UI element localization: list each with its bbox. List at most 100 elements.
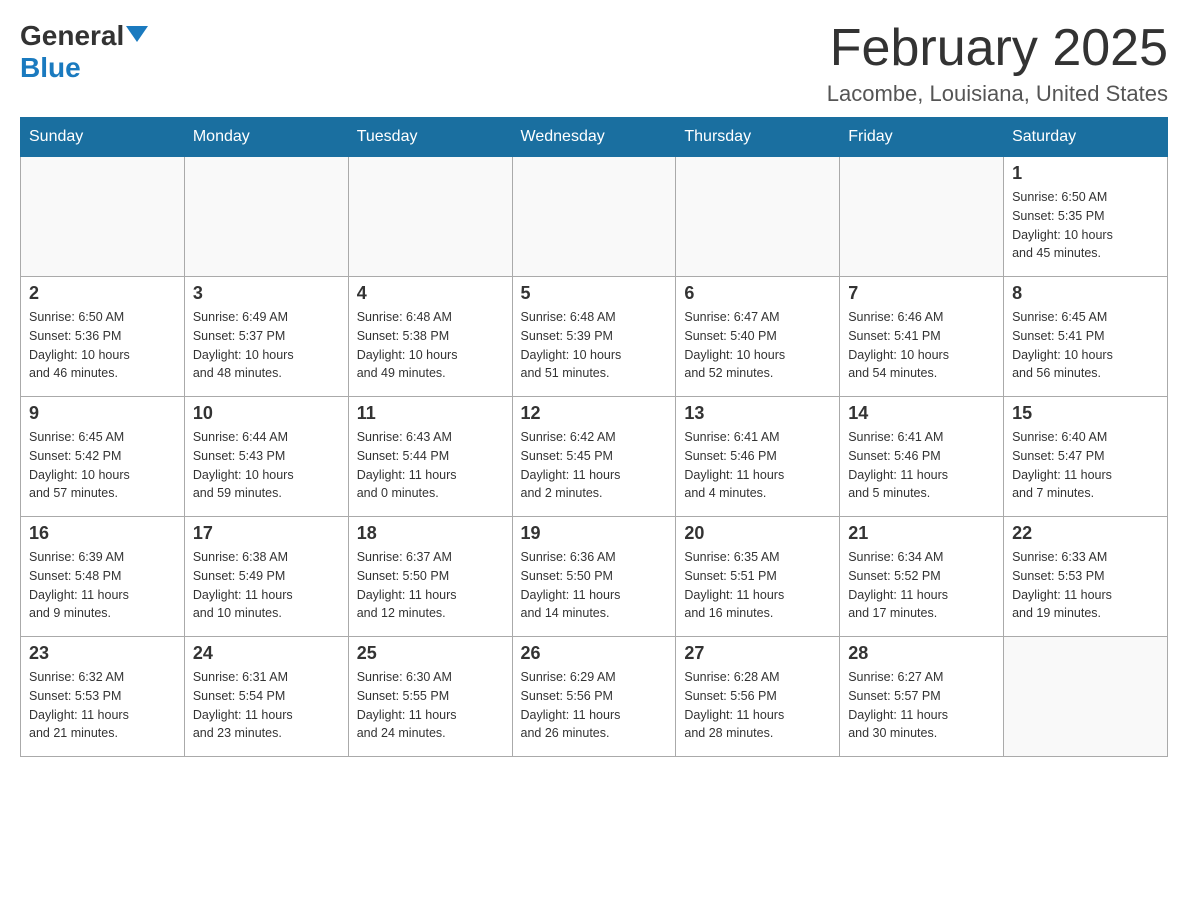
calendar-week-row: 1 Sunrise: 6:50 AM Sunset: 5:35 PM Daylig… [21, 157, 1168, 277]
day-number: 26 [521, 643, 668, 664]
location-title: Lacombe, Louisiana, United States [827, 81, 1168, 107]
day-info: Sunrise: 6:37 AM Sunset: 5:50 PM Dayligh… [357, 548, 504, 623]
day-number: 2 [29, 283, 176, 304]
day-number: 22 [1012, 523, 1159, 544]
day-number: 11 [357, 403, 504, 424]
day-info: Sunrise: 6:48 AM Sunset: 5:38 PM Dayligh… [357, 308, 504, 383]
calendar-cell: 2 Sunrise: 6:50 AM Sunset: 5:36 PM Daylig… [21, 277, 185, 397]
day-number: 23 [29, 643, 176, 664]
day-info: Sunrise: 6:47 AM Sunset: 5:40 PM Dayligh… [684, 308, 831, 383]
day-info: Sunrise: 6:42 AM Sunset: 5:45 PM Dayligh… [521, 428, 668, 503]
header-friday: Friday [840, 118, 1004, 157]
day-number: 16 [29, 523, 176, 544]
day-info: Sunrise: 6:29 AM Sunset: 5:56 PM Dayligh… [521, 668, 668, 743]
day-info: Sunrise: 6:44 AM Sunset: 5:43 PM Dayligh… [193, 428, 340, 503]
calendar-cell: 20 Sunrise: 6:35 AM Sunset: 5:51 PM Dayli… [676, 517, 840, 637]
calendar-cell: 28Sunrise: 6:27 AM Sunset: 5:57 PM Dayli… [840, 637, 1004, 757]
day-info: Sunrise: 6:35 AM Sunset: 5:51 PM Dayligh… [684, 548, 831, 623]
calendar-cell [840, 157, 1004, 277]
header-saturday: Saturday [1004, 118, 1168, 157]
header-sunday: Sunday [21, 118, 185, 157]
day-info: Sunrise: 6:32 AM Sunset: 5:53 PM Dayligh… [29, 668, 176, 743]
day-number: 15 [1012, 403, 1159, 424]
day-info: Sunrise: 6:50 AM Sunset: 5:36 PM Dayligh… [29, 308, 176, 383]
day-info: Sunrise: 6:38 AM Sunset: 5:49 PM Dayligh… [193, 548, 340, 623]
day-info: Sunrise: 6:34 AM Sunset: 5:52 PM Dayligh… [848, 548, 995, 623]
calendar-cell: 24Sunrise: 6:31 AM Sunset: 5:54 PM Dayli… [184, 637, 348, 757]
calendar-cell: 16 Sunrise: 6:39 AM Sunset: 5:48 PM Dayli… [21, 517, 185, 637]
calendar-cell [348, 157, 512, 277]
day-info: Sunrise: 6:33 AM Sunset: 5:53 PM Dayligh… [1012, 548, 1159, 623]
calendar-cell: 23 Sunrise: 6:32 AM Sunset: 5:53 PM Dayli… [21, 637, 185, 757]
day-info: Sunrise: 6:39 AM Sunset: 5:48 PM Dayligh… [29, 548, 176, 623]
calendar-cell: 13 Sunrise: 6:41 AM Sunset: 5:46 PM Dayli… [676, 397, 840, 517]
calendar-cell: 27 Sunrise: 6:28 AM Sunset: 5:56 PM Dayli… [676, 637, 840, 757]
logo-general: General [20, 20, 124, 52]
calendar-header-row: Sunday Monday Tuesday Wednesday Thursday… [21, 118, 1168, 157]
day-number: 17 [193, 523, 340, 544]
day-number: 27 [684, 643, 831, 664]
day-info: Sunrise: 6:49 AM Sunset: 5:37 PM Dayligh… [193, 308, 340, 383]
day-info: Sunrise: 6:46 AM Sunset: 5:41 PM Dayligh… [848, 308, 995, 383]
day-info: Sunrise: 6:36 AM Sunset: 5:50 PM Dayligh… [521, 548, 668, 623]
day-number: 14 [848, 403, 995, 424]
day-number: 5 [521, 283, 668, 304]
day-info: Sunrise: 6:41 AM Sunset: 5:46 PM Dayligh… [684, 428, 831, 503]
day-number: 4 [357, 283, 504, 304]
day-info: Sunrise: 6:28 AM Sunset: 5:56 PM Dayligh… [684, 668, 831, 743]
day-number: 21 [848, 523, 995, 544]
day-info: Sunrise: 6:45 AM Sunset: 5:41 PM Dayligh… [1012, 308, 1159, 383]
calendar-week-row: 23 Sunrise: 6:32 AM Sunset: 5:53 PM Dayli… [21, 637, 1168, 757]
header-wednesday: Wednesday [512, 118, 676, 157]
calendar-week-row: 2 Sunrise: 6:50 AM Sunset: 5:36 PM Daylig… [21, 277, 1168, 397]
calendar-cell [512, 157, 676, 277]
day-info: Sunrise: 6:48 AM Sunset: 5:39 PM Dayligh… [521, 308, 668, 383]
calendar-cell [21, 157, 185, 277]
logo-arrow-icon [126, 26, 148, 42]
calendar-week-row: 16 Sunrise: 6:39 AM Sunset: 5:48 PM Dayli… [21, 517, 1168, 637]
calendar-cell: 18 Sunrise: 6:37 AM Sunset: 5:50 PM Dayli… [348, 517, 512, 637]
day-number: 20 [684, 523, 831, 544]
calendar-cell: 3Sunrise: 6:49 AM Sunset: 5:37 PM Daylig… [184, 277, 348, 397]
calendar-cell: 26 Sunrise: 6:29 AM Sunset: 5:56 PM Dayli… [512, 637, 676, 757]
calendar-cell: 12Sunrise: 6:42 AM Sunset: 5:45 PM Dayli… [512, 397, 676, 517]
calendar-cell: 5 Sunrise: 6:48 AM Sunset: 5:39 PM Daylig… [512, 277, 676, 397]
calendar-cell: 10 Sunrise: 6:44 AM Sunset: 5:43 PM Dayli… [184, 397, 348, 517]
calendar-table: Sunday Monday Tuesday Wednesday Thursday… [20, 117, 1168, 757]
calendar-cell: 1 Sunrise: 6:50 AM Sunset: 5:35 PM Daylig… [1004, 157, 1168, 277]
day-info: Sunrise: 6:30 AM Sunset: 5:55 PM Dayligh… [357, 668, 504, 743]
day-number: 18 [357, 523, 504, 544]
day-info: Sunrise: 6:45 AM Sunset: 5:42 PM Dayligh… [29, 428, 176, 503]
day-number: 1 [1012, 163, 1159, 184]
logo-blue: Blue [20, 52, 81, 83]
day-number: 19 [521, 523, 668, 544]
day-number: 7 [848, 283, 995, 304]
calendar-cell: 9Sunrise: 6:45 AM Sunset: 5:42 PM Daylig… [21, 397, 185, 517]
calendar-cell: 15 Sunrise: 6:40 AM Sunset: 5:47 PM Dayli… [1004, 397, 1168, 517]
calendar-week-row: 9Sunrise: 6:45 AM Sunset: 5:42 PM Daylig… [21, 397, 1168, 517]
calendar-cell: 4 Sunrise: 6:48 AM Sunset: 5:38 PM Daylig… [348, 277, 512, 397]
title-section: February 2025 Lacombe, Louisiana, United… [827, 20, 1168, 107]
day-number: 13 [684, 403, 831, 424]
calendar-cell: 6 Sunrise: 6:47 AM Sunset: 5:40 PM Daylig… [676, 277, 840, 397]
calendar-cell: 19 Sunrise: 6:36 AM Sunset: 5:50 PM Dayli… [512, 517, 676, 637]
calendar-cell [1004, 637, 1168, 757]
day-info: Sunrise: 6:50 AM Sunset: 5:35 PM Dayligh… [1012, 188, 1159, 263]
day-info: Sunrise: 6:27 AM Sunset: 5:57 PM Dayligh… [848, 668, 995, 743]
page-header: General Blue February 2025 Lacombe, Loui… [20, 20, 1168, 107]
day-info: Sunrise: 6:41 AM Sunset: 5:46 PM Dayligh… [848, 428, 995, 503]
calendar-cell: 22 Sunrise: 6:33 AM Sunset: 5:53 PM Dayli… [1004, 517, 1168, 637]
calendar-cell: 25 Sunrise: 6:30 AM Sunset: 5:55 PM Dayli… [348, 637, 512, 757]
day-number: 10 [193, 403, 340, 424]
day-number: 25 [357, 643, 504, 664]
calendar-cell: 21 Sunrise: 6:34 AM Sunset: 5:52 PM Dayli… [840, 517, 1004, 637]
calendar-cell: 11Sunrise: 6:43 AM Sunset: 5:44 PM Dayli… [348, 397, 512, 517]
day-number: 8 [1012, 283, 1159, 304]
calendar-cell: 14 Sunrise: 6:41 AM Sunset: 5:46 PM Dayli… [840, 397, 1004, 517]
calendar-cell [184, 157, 348, 277]
day-info: Sunrise: 6:40 AM Sunset: 5:47 PM Dayligh… [1012, 428, 1159, 503]
calendar-cell: 8 Sunrise: 6:45 AM Sunset: 5:41 PM Daylig… [1004, 277, 1168, 397]
day-number: 6 [684, 283, 831, 304]
calendar-cell: 7 Sunrise: 6:46 AM Sunset: 5:41 PM Daylig… [840, 277, 1004, 397]
calendar-cell [676, 157, 840, 277]
